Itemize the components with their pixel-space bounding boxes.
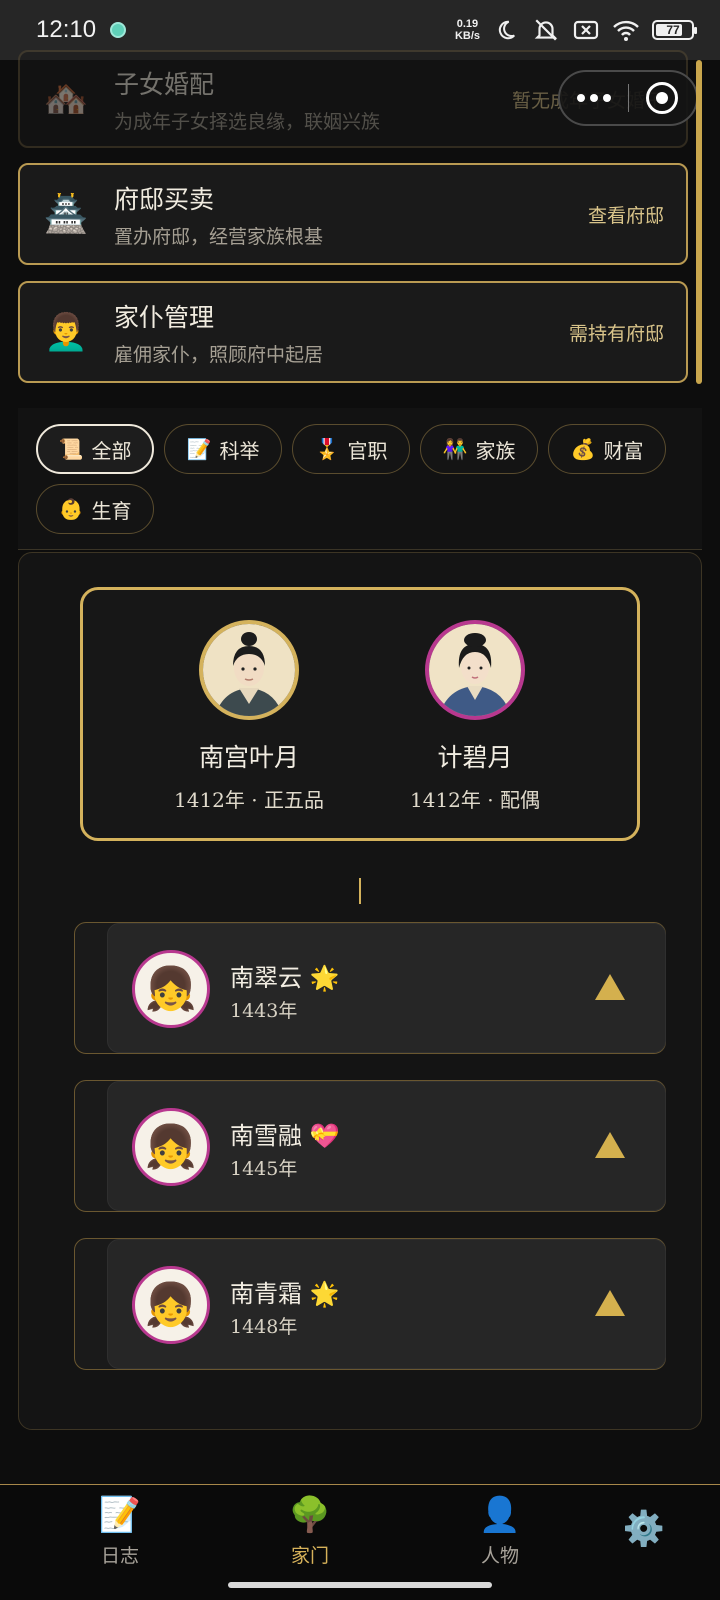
child-card[interactable]: 👧 南雪融 💝 1445年 [74, 1080, 666, 1212]
nav-family[interactable]: 🌳 家门 [250, 1495, 370, 1568]
wife-portrait [425, 620, 525, 720]
child-card[interactable]: 👧 南青霜 🌟 1448年 [74, 1238, 666, 1370]
feature-title: 家仆管理 [114, 302, 215, 332]
memo-icon: 📝 [186, 437, 212, 461]
medal-icon: 🎖️ [314, 437, 340, 461]
servant-icon: 👨‍🦱 [43, 312, 89, 353]
battery-icon: 77 [652, 20, 697, 40]
husband[interactable]: 南宫叶月 1412年 · 正五品 [129, 620, 369, 813]
star-icon: 🌟 [309, 964, 340, 992]
app-notification-icon [110, 22, 127, 38]
feature-card-servants[interactable]: 👨‍🦱 家仆管理 雇佣家仆，照顾府中起居 需持有府邸 [18, 281, 688, 383]
filter-bar: 📜 全部 📝 科举 🎖️ 官职 👫 家族 💰 财富 👶 生育 [18, 408, 702, 550]
feature-subtitle: 雇佣家仆，照顾府中起居 [114, 343, 324, 366]
home-indicator[interactable] [228, 1582, 492, 1588]
filter-chip-office[interactable]: 🎖️ 官职 [292, 424, 410, 474]
no-sim-icon [572, 16, 600, 44]
feature-action: 需持有府邸 [568, 322, 664, 345]
tree-icon: 🌳 [288, 1495, 332, 1535]
feature-card-mansion[interactable]: 🏯 府邸买卖 置办府邸，经营家族根基 查看府邸 [18, 163, 688, 265]
castle-icon: 🏯 [43, 194, 89, 235]
wife-name: 计碧月 [437, 743, 513, 772]
husband-name: 南宫叶月 [198, 743, 299, 772]
child-avatar-icon: 👧 [132, 1266, 210, 1344]
miniprogram-capsule [558, 70, 698, 126]
view-mansion-link[interactable]: 查看府邸 [588, 201, 664, 228]
scroll-icon: 📜 [58, 437, 84, 461]
wifi-icon [612, 16, 640, 44]
couple-icon: 👫 [442, 437, 468, 461]
network-speed: 0.19 KB/s [454, 18, 480, 42]
house-icon: 🏘️ [43, 79, 89, 120]
nav-character[interactable]: 👤 人物 [440, 1495, 560, 1568]
wife-info: 1412年 · 配偶 [410, 788, 540, 812]
close-target-icon[interactable] [628, 82, 696, 114]
filter-chip-wealth[interactable]: 💰 财富 [548, 424, 666, 474]
memo-icon: 📝 [98, 1495, 142, 1535]
husband-info: 1412年 · 正五品 [174, 788, 324, 812]
scrollbar[interactable] [696, 60, 702, 384]
wife[interactable]: 计碧月 1412年 · 配偶 [355, 620, 595, 813]
child-year: 1443年 [230, 1000, 298, 1022]
child-name: 南雪融 💝 [230, 1122, 340, 1150]
feature-title: 府邸买卖 [114, 184, 215, 214]
nav-settings[interactable]: ⚙️ [584, 1509, 704, 1551]
baby-icon: 👶 [58, 497, 84, 521]
expand-triangle-icon[interactable] [595, 1132, 625, 1158]
feature-title: 子女婚配 [114, 69, 215, 99]
child-name: 南翠云 🌟 [230, 964, 340, 992]
gear-icon: ⚙️ [622, 1509, 666, 1549]
heart-gift-icon: 💝 [309, 1122, 340, 1150]
status-time: 12:10 [36, 16, 97, 43]
moon-icon [492, 16, 520, 44]
person-icon: 👤 [478, 1495, 522, 1535]
tree-connector [359, 878, 361, 904]
husband-portrait [199, 620, 299, 720]
mute-bell-icon [532, 16, 560, 44]
child-year: 1448年 [230, 1316, 298, 1338]
filter-chip-exam[interactable]: 📝 科举 [164, 424, 282, 474]
expand-triangle-icon[interactable] [595, 974, 625, 1000]
feature-subtitle: 置办府邸，经营家族根基 [114, 225, 324, 248]
child-name: 南青霜 🌟 [230, 1280, 340, 1308]
feature-subtitle: 为成年子女择选良缘，联姻兴族 [114, 110, 381, 133]
nav-log[interactable]: 📝 日志 [60, 1495, 180, 1568]
filter-chip-all[interactable]: 📜 全部 [36, 424, 154, 474]
star-icon: 🌟 [309, 1280, 340, 1308]
more-menu-icon[interactable] [560, 94, 628, 102]
filter-chip-birth[interactable]: 👶 生育 [36, 484, 154, 534]
expand-triangle-icon[interactable] [595, 1290, 625, 1316]
child-avatar-icon: 👧 [132, 950, 210, 1028]
child-avatar-icon: 👧 [132, 1108, 210, 1186]
money-bag-icon: 💰 [570, 437, 596, 461]
couple-card[interactable]: 南宫叶月 1412年 · 正五品 计碧月 1412年 · 配偶 [80, 587, 640, 841]
child-year: 1445年 [230, 1158, 298, 1180]
filter-chip-family[interactable]: 👫 家族 [420, 424, 538, 474]
child-card[interactable]: 👧 南翠云 🌟 1443年 [74, 922, 666, 1054]
